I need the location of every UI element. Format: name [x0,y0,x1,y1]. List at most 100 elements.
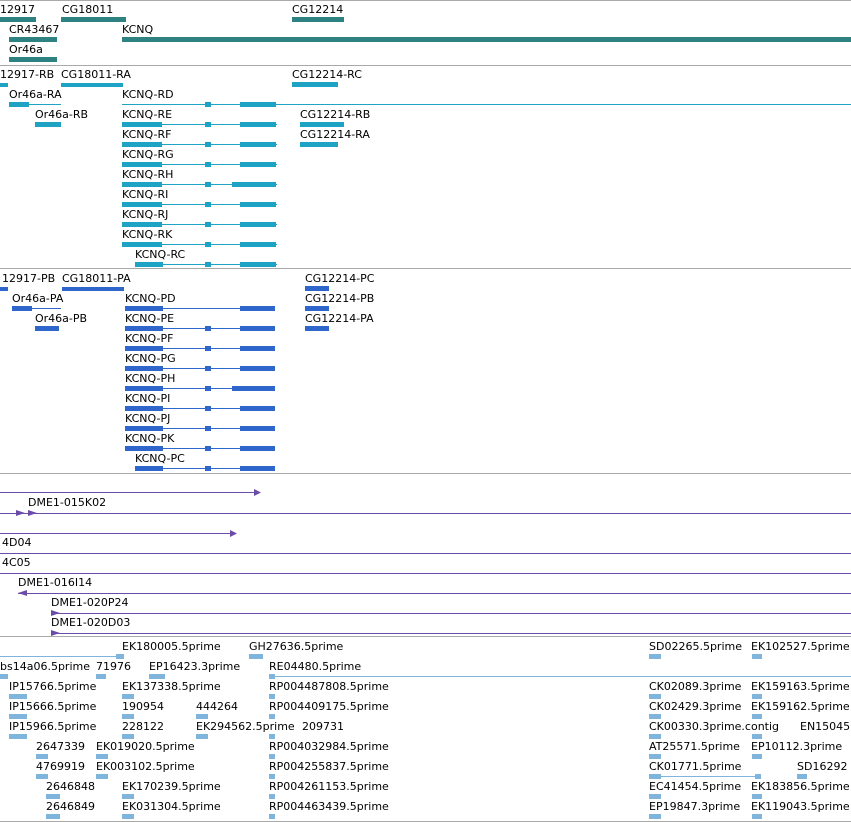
mrna-feature[interactable] [205,222,211,227]
est-label[interactable]: RP004032984.5prime [269,740,389,753]
protein-feature[interactable] [205,326,211,331]
clone-label[interactable]: DME1-016I14 [18,576,92,589]
est-feature[interactable] [752,734,762,739]
clone-label[interactable]: 4D04 [2,536,31,549]
est-label[interactable]: EK031304.5prime [122,800,221,813]
protein-feature[interactable] [240,446,275,451]
protein-feature[interactable] [125,326,163,331]
est-feature[interactable] [149,674,165,679]
mrna-feature[interactable] [240,202,276,207]
est-label[interactable]: AT25571.5prime [649,740,740,753]
protein-feature[interactable] [240,306,275,311]
est-feature[interactable] [122,734,134,739]
mrna-label[interactable]: 12917-RB [0,68,54,81]
est-feature[interactable] [46,814,60,819]
protein-label[interactable]: KCNQ-PC [135,452,185,465]
est-label[interactable]: EK019020.5prime [96,740,195,753]
protein-feature[interactable] [135,466,163,471]
est-label[interactable]: EK003102.5prime [96,760,195,773]
mrna-feature[interactable] [205,182,211,187]
clone-label[interactable]: DME1-020D03 [51,616,130,629]
mrna-feature[interactable] [292,82,338,87]
est-label[interactable]: EK137338.5prime [122,680,221,693]
est-label[interactable]: EK159162.5prime [751,700,850,713]
est-feature[interactable] [36,754,48,759]
est-label[interactable]: EP10112.3prime [751,740,842,753]
mrna-feature[interactable] [9,102,29,107]
protein-feature[interactable] [205,426,211,431]
est-label[interactable]: EP16423.3prime [149,660,240,673]
protein-label[interactable]: Or46a-PA [12,292,63,305]
mrna-feature[interactable] [205,162,211,167]
clone-line[interactable] [0,492,258,493]
est-label[interactable]: 2646849 [46,800,95,813]
est-feature[interactable] [96,754,108,759]
protein-feature[interactable] [125,446,163,451]
gene-label-cg18011[interactable]: CG18011 [62,3,113,16]
est-feature[interactable] [649,754,661,759]
est-feature[interactable] [196,714,208,719]
mrna-feature[interactable] [122,222,162,227]
est-label[interactable]: CK01771.5prime [649,760,741,773]
est-feature[interactable] [649,714,661,719]
clone-line[interactable] [18,593,851,594]
est-feature[interactable] [0,674,8,679]
mrna-feature[interactable] [300,142,338,147]
protein-feature[interactable] [240,426,275,431]
est-feature[interactable] [249,654,263,659]
est-feature[interactable] [649,794,661,799]
mrna-feature[interactable] [232,182,276,187]
est-feature[interactable] [752,794,762,799]
mrna-feature[interactable] [122,202,162,207]
est-feature[interactable] [196,734,208,739]
protein-feature[interactable] [232,386,275,391]
est-feature[interactable] [649,694,661,699]
est-label[interactable]: CK02089.3prime [649,680,741,693]
mrna-label[interactable]: KCNQ-RJ [122,208,168,221]
mrna-label[interactable]: KCNQ-RD [122,88,174,101]
protein-feature[interactable] [205,346,211,351]
est-feature[interactable] [96,674,106,679]
protein-label[interactable]: KCNQ-PH [125,372,175,385]
est-feature[interactable] [752,714,762,719]
est-feature[interactable] [649,814,661,819]
clone-line[interactable] [0,513,851,514]
est-feature[interactable] [269,774,275,779]
est-feature[interactable] [9,694,27,699]
protein-feature[interactable] [125,346,163,351]
protein-label[interactable]: CG12214-PC [305,272,374,285]
protein-label[interactable]: KCNQ-PK [125,432,174,445]
protein-feature[interactable] [305,306,329,311]
mrna-feature[interactable] [205,202,211,207]
protein-label[interactable]: KCNQ-PE [125,312,174,325]
est-label[interactable]: EK102527.5prime [751,640,850,653]
est-feature[interactable] [649,654,661,659]
mrna-feature[interactable] [300,122,344,127]
est-label[interactable]: 2647339 [36,740,85,753]
clone-label[interactable]: DME1-020P24 [51,596,129,609]
est-feature[interactable] [9,734,27,739]
mrna-feature[interactable] [240,242,276,247]
protein-feature[interactable] [205,406,211,411]
est-feature[interactable] [122,814,134,819]
gene-feature-cg12214[interactable] [292,17,344,22]
est-feature[interactable] [649,774,661,779]
gene-feature-12917[interactable] [0,17,36,22]
est-feature[interactable] [269,714,275,719]
est-label[interactable]: 228122 [122,720,164,733]
mrna-feature[interactable] [240,122,276,127]
mrna-feature[interactable] [122,142,162,147]
est-label[interactable]: IP15666.5prime [9,700,96,713]
clone-line[interactable] [51,633,851,634]
gene-feature-cr43467[interactable] [9,37,57,42]
protein-feature[interactable] [125,426,163,431]
mrna-feature[interactable] [240,162,276,167]
gene-label-kcnq[interactable]: KCNQ [122,23,153,36]
est-label[interactable]: EK180005.5prime [122,640,221,653]
clone-line[interactable] [0,553,851,554]
est-label[interactable]: 209731 [302,720,344,733]
mrna-feature[interactable] [240,102,276,107]
est-feature[interactable] [269,674,275,679]
mrna-label[interactable]: KCNQ-RF [122,128,171,141]
protein-label[interactable]: CG12214-PA [305,312,374,325]
